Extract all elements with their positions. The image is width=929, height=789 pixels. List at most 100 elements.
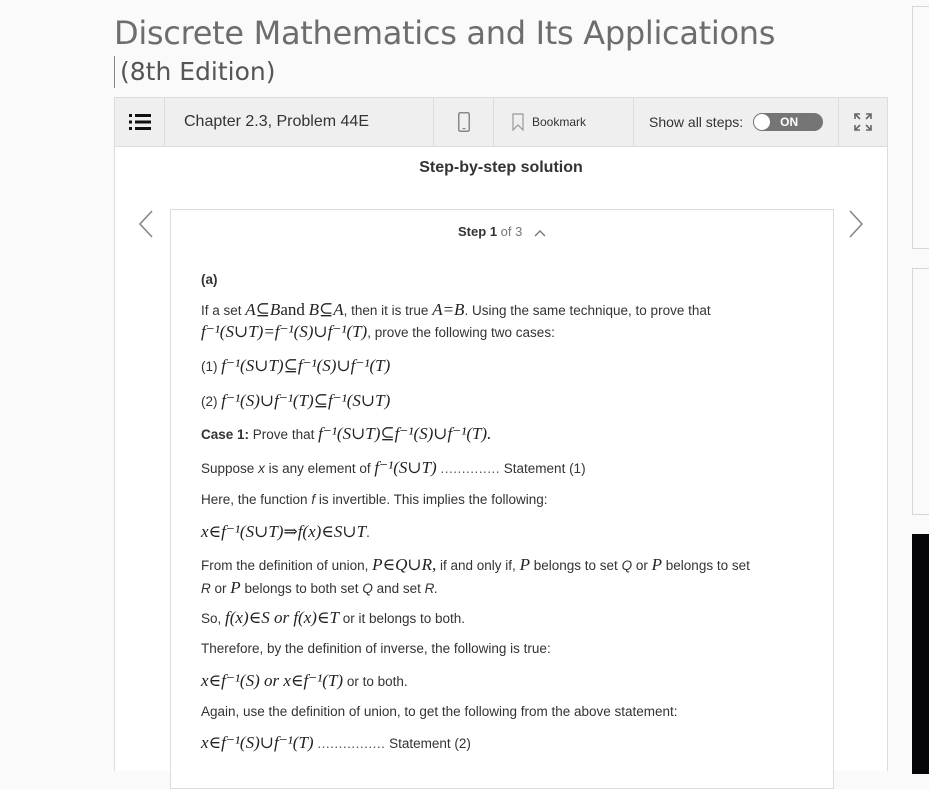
leader-dots: ................ [317,736,386,751]
var-p: P [651,555,663,574]
book-edition: (8th Edition) [114,56,276,88]
so-math: f(x)∈S or f(x)∈T [225,608,339,627]
union2-or: or [214,581,227,596]
union-or: or [635,558,648,573]
case1-math: f⁻¹(S∪T)⊆f⁻¹(S)∪f⁻¹(T). [318,424,492,443]
toggle-label: ON [780,115,799,129]
so-line: So, f(x)∈S or f(x)∈T or it belongs to bo… [201,608,465,628]
expand-icon [854,113,872,131]
case-number: (1) [201,359,218,374]
var-r: R [201,581,211,596]
chevron-left-icon [138,210,153,238]
intro-line: If a set A⊆Band B⊆A, then it is true A=B… [201,300,711,320]
solution-title: Step-by-step solution [419,159,583,176]
suppose-text-2: is any element of [268,461,371,476]
mobile-view-button[interactable] [434,98,494,146]
step-card: Step 1 of 3 (a) If a set A⊆Band B⊆A, the… [170,209,834,789]
chevron-up-icon[interactable] [534,229,546,237]
chapter-label: Chapter 2.3, Problem 44E [165,98,434,146]
side-ad-slot-2 [912,268,929,515]
bookmark-label: Bookmark [532,115,587,129]
union-text-3: belongs to set [533,558,618,573]
var-f: f [311,492,316,507]
leader-dots: .............. [440,461,501,476]
case1-line: Case 1: Prove that f⁻¹(S∪T)⊆f⁻¹(S)∪f⁻¹(T… [201,424,491,444]
union2-text-2: and set [376,581,421,596]
step-number: 1 [489,224,498,239]
var-q: Q [621,558,633,573]
union-def-line-2: R or P belongs to both set Q and set R. [201,578,438,598]
inverse-line: x∈f⁻¹(S) or x∈f⁻¹(T) or to both. [201,671,408,691]
show-all-steps-label: Show all steps: [649,114,744,130]
math-and: and [280,300,305,319]
math-a-subset-b: A⊆B [245,300,281,319]
so-text: So, [201,611,222,626]
math-goal: f⁻¹(S∪T)=f⁻¹(S)∪f⁻¹(T) [201,322,368,341]
var-p: P [519,555,530,574]
show-all-steps-toggle[interactable]: ON [753,113,824,131]
union-def-line-1: From the definition of union, P∈Q∪R, if … [201,555,750,575]
statement-1-label: Statement (1) [503,461,586,476]
next-step-button[interactable] [847,209,865,244]
final-math: x∈f⁻¹(S)∪f⁻¹(T) [201,733,314,752]
case-number: (2) [201,394,218,409]
fullscreen-button[interactable] [839,98,887,146]
here-text-2: is invertible. This implies the followin… [318,492,548,507]
intro-text-3: . Using the same technique, to prove tha… [464,303,711,318]
var-r: R. [424,581,439,596]
again-line: Again, use the definition of union, to g… [201,704,678,719]
here-text-1: Here, the function [201,492,308,507]
case-item-2: (2) f⁻¹(S)∪f⁻¹(T)⊆f⁻¹(S∪T) [201,391,390,411]
so-text-2: or it belongs to both. [342,611,466,626]
solution-panel: Chapter 2.3, Problem 44E Bookmark Show a… [114,97,888,789]
inverse-math: x∈f⁻¹(S) or x∈f⁻¹(T) [201,671,344,690]
implies-line: x∈f⁻¹(S∪T)⇒f(x)∈S∪T. [201,522,370,542]
step-total: of 3 [500,224,523,239]
chevron-right-icon [849,210,864,238]
implies-math: x∈f⁻¹(S∪T)⇒f(x)∈S∪T [201,522,367,541]
case1-text: Prove that [252,427,315,442]
var-x: x [258,461,265,476]
statement-2-label: Statement (2) [389,736,471,751]
book-title: Discrete Mathematics and Its Application… [114,14,776,52]
case-math: f⁻¹(S∪T)⊆f⁻¹(S)∪f⁻¹(T) [221,356,391,375]
final-line: x∈f⁻¹(S)∪f⁻¹(T) ................ Stateme… [201,733,471,753]
step-word: Step [458,224,487,239]
intro-text-1: If a set [201,303,242,318]
side-ad-slot-1 [912,6,929,249]
part-label: (a) [201,272,218,287]
suppose-line: Suppose x is any element of f⁻¹(S∪T) ...… [201,458,586,478]
goal-line: f⁻¹(S∪T)=f⁻¹(S)∪f⁻¹(T), prove the follow… [201,322,555,342]
suppose-math: f⁻¹(S∪T) [374,458,437,477]
here-line: Here, the function f is invertible. This… [201,492,547,507]
toggle-knob [754,114,771,130]
goal-text: , prove the following two cases: [367,325,555,340]
toolbar: Chapter 2.3, Problem 44E Bookmark Show a… [115,98,887,147]
intro-text-2: , then it is true [343,303,429,318]
show-all-steps: Show all steps: ON [634,98,839,146]
table-of-contents-button[interactable] [115,98,165,146]
case-item-1: (1) f⁻¹(S∪T)⊆f⁻¹(S)∪f⁻¹(T) [201,356,390,376]
var-p: P [230,578,241,597]
step-header[interactable]: Step 1 of 3 [171,224,833,239]
union-text-2: if and only if, [440,558,516,573]
suppose-text-1: Suppose [201,461,255,476]
inverse-text: or to both. [346,674,408,689]
case-math: f⁻¹(S)∪f⁻¹(T)⊆f⁻¹(S∪T) [221,391,391,410]
union2-text-1: belongs to both set [244,581,359,596]
var-q: Q [362,581,373,596]
bookmark-button[interactable]: Bookmark [494,98,634,146]
previous-step-button[interactable] [137,209,155,244]
side-video-panel [912,534,929,774]
mobile-phone-icon [457,112,470,132]
list-icon [128,114,151,130]
implies-end: . [366,525,370,540]
case1-label: Case 1: [201,427,250,442]
math-b-subset-a: B⊆A [308,300,344,319]
therefore-line: Therefore, by the definition of inverse,… [201,641,551,656]
math-a-equals-b: A=B [432,300,465,319]
bookmark-icon [512,113,524,131]
union-math: P∈Q∪R, [372,555,437,574]
union-text-1: From the definition of union, [201,558,369,573]
union-text-4: belongs to set [665,558,750,573]
